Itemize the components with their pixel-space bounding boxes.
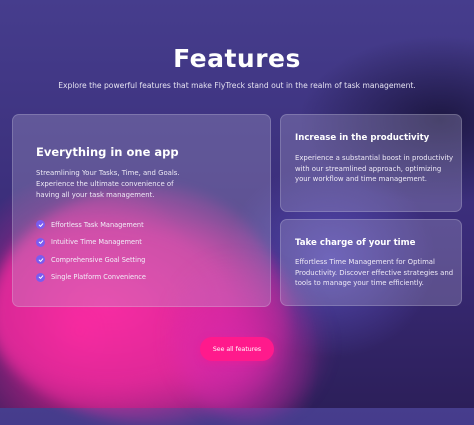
feature-label: Intuitive Time Management	[51, 238, 142, 247]
list-item: Comprehensive Goal Setting	[36, 251, 146, 269]
list-item: Single Platform Convenience	[36, 269, 146, 287]
feature-list: Effortless Task Management Intuitive Tim…	[36, 216, 146, 286]
feature-label: Single Platform Convenience	[51, 273, 146, 282]
page-title: Features	[173, 44, 301, 73]
check-circle-icon	[36, 255, 45, 265]
feature-label: Comprehensive Goal Setting	[51, 255, 146, 264]
card-title: Increase in the productivity	[295, 133, 430, 143]
check-circle-icon	[36, 237, 45, 247]
card-description: Streamlining Your Tasks, Time, and Goals…	[36, 169, 180, 199]
check-circle-icon	[36, 272, 45, 282]
card-description: Experience a substantial boost in produc…	[295, 154, 454, 184]
see-all-features-button[interactable]: See all features	[200, 337, 274, 361]
feature-label: Effortless Task Management	[51, 220, 144, 229]
card-title: Take charge of your time	[295, 238, 416, 248]
check-circle-icon	[36, 220, 45, 230]
page-subtitle: Explore the powerful features that make …	[58, 81, 416, 90]
card-title: Everything in one app	[36, 145, 179, 159]
list-item: Effortless Task Management	[36, 216, 146, 234]
feature-card-time: Take charge of your time Effortless Time…	[280, 219, 462, 306]
card-description: Effortless Time Management for Optimal P…	[295, 258, 454, 288]
feature-card-productivity: Increase in the productivity Experience …	[280, 114, 462, 212]
feature-card-everything: Everything in one app Streamlining Your …	[12, 114, 271, 307]
list-item: Intuitive Time Management	[36, 234, 146, 252]
